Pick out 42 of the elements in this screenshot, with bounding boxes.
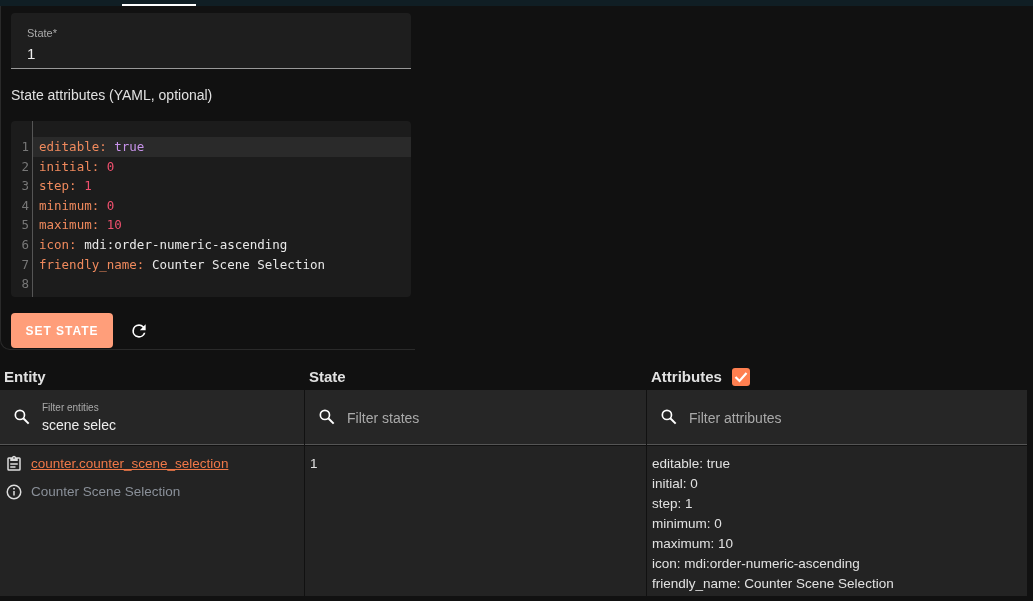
filter-field[interactable]: Filter attributes	[647, 390, 1027, 445]
section-label: State attributes (YAML, optional)	[11, 86, 213, 105]
line-number: 5	[21, 217, 29, 233]
column-header: State	[309, 366, 346, 387]
filter-field[interactable]: Filter entities scene selec	[0, 390, 304, 445]
info-icon[interactable]	[5, 483, 23, 502]
code-line: minimum: 0	[39, 197, 115, 213]
code-editor[interactable]: 1 2 3 4 5 6 7 8 editable: true initial: 0 step: 1 minimum: 0 maximum: 10 icon: mdi:order-numeric-ascending friendly_name: Counter Scene Selection	[11, 121, 411, 297]
search-icon	[12, 407, 32, 427]
entity-link[interactable]: counter.counter_scene_selection	[31, 454, 229, 475]
line-number: 2	[21, 158, 29, 174]
state-field[interactable]: State* 1	[11, 13, 411, 69]
line-number: 7	[21, 256, 29, 272]
attribute-line: maximum: 10	[652, 535, 735, 553]
field-label: State*	[27, 26, 58, 41]
field-value: 1	[27, 43, 36, 64]
state-value: 1	[310, 456, 318, 471]
line-number: 3	[21, 178, 29, 194]
attribute-line: friendly_name: Counter Scene Selection	[652, 575, 895, 593]
code-line: friendly_name: Counter Scene Selection	[39, 256, 325, 272]
checkbox[interactable]	[731, 368, 750, 386]
attribute-line: minimum: 0	[652, 515, 723, 533]
line-number: 6	[21, 236, 29, 252]
entity-name: Counter Scene Selection	[31, 483, 181, 502]
search-icon	[317, 407, 337, 427]
line-number: 4	[21, 197, 29, 213]
code-line: editable: true	[39, 139, 145, 154]
line-number: 1	[21, 139, 29, 154]
code-line: icon: mdi:order-numeric-ascending	[39, 236, 288, 252]
attribute-line: initial: 0	[652, 475, 699, 493]
code-line: maximum: 10	[39, 217, 122, 233]
line-number: 8	[21, 276, 29, 292]
code-line: step: 1	[39, 178, 92, 194]
column-header: Attributes	[651, 366, 722, 387]
attribute-line: editable: true	[652, 455, 732, 473]
attribute-line: icon: mdi:order-numeric-ascending	[652, 555, 861, 573]
column-header: Entity	[4, 366, 46, 387]
clipboard-icon[interactable]	[5, 455, 23, 474]
attribute-line: step: 1	[652, 495, 694, 513]
filter-field[interactable]: Filter states	[305, 390, 646, 445]
search-icon	[659, 407, 679, 427]
code-line: initial: 0	[39, 158, 115, 174]
